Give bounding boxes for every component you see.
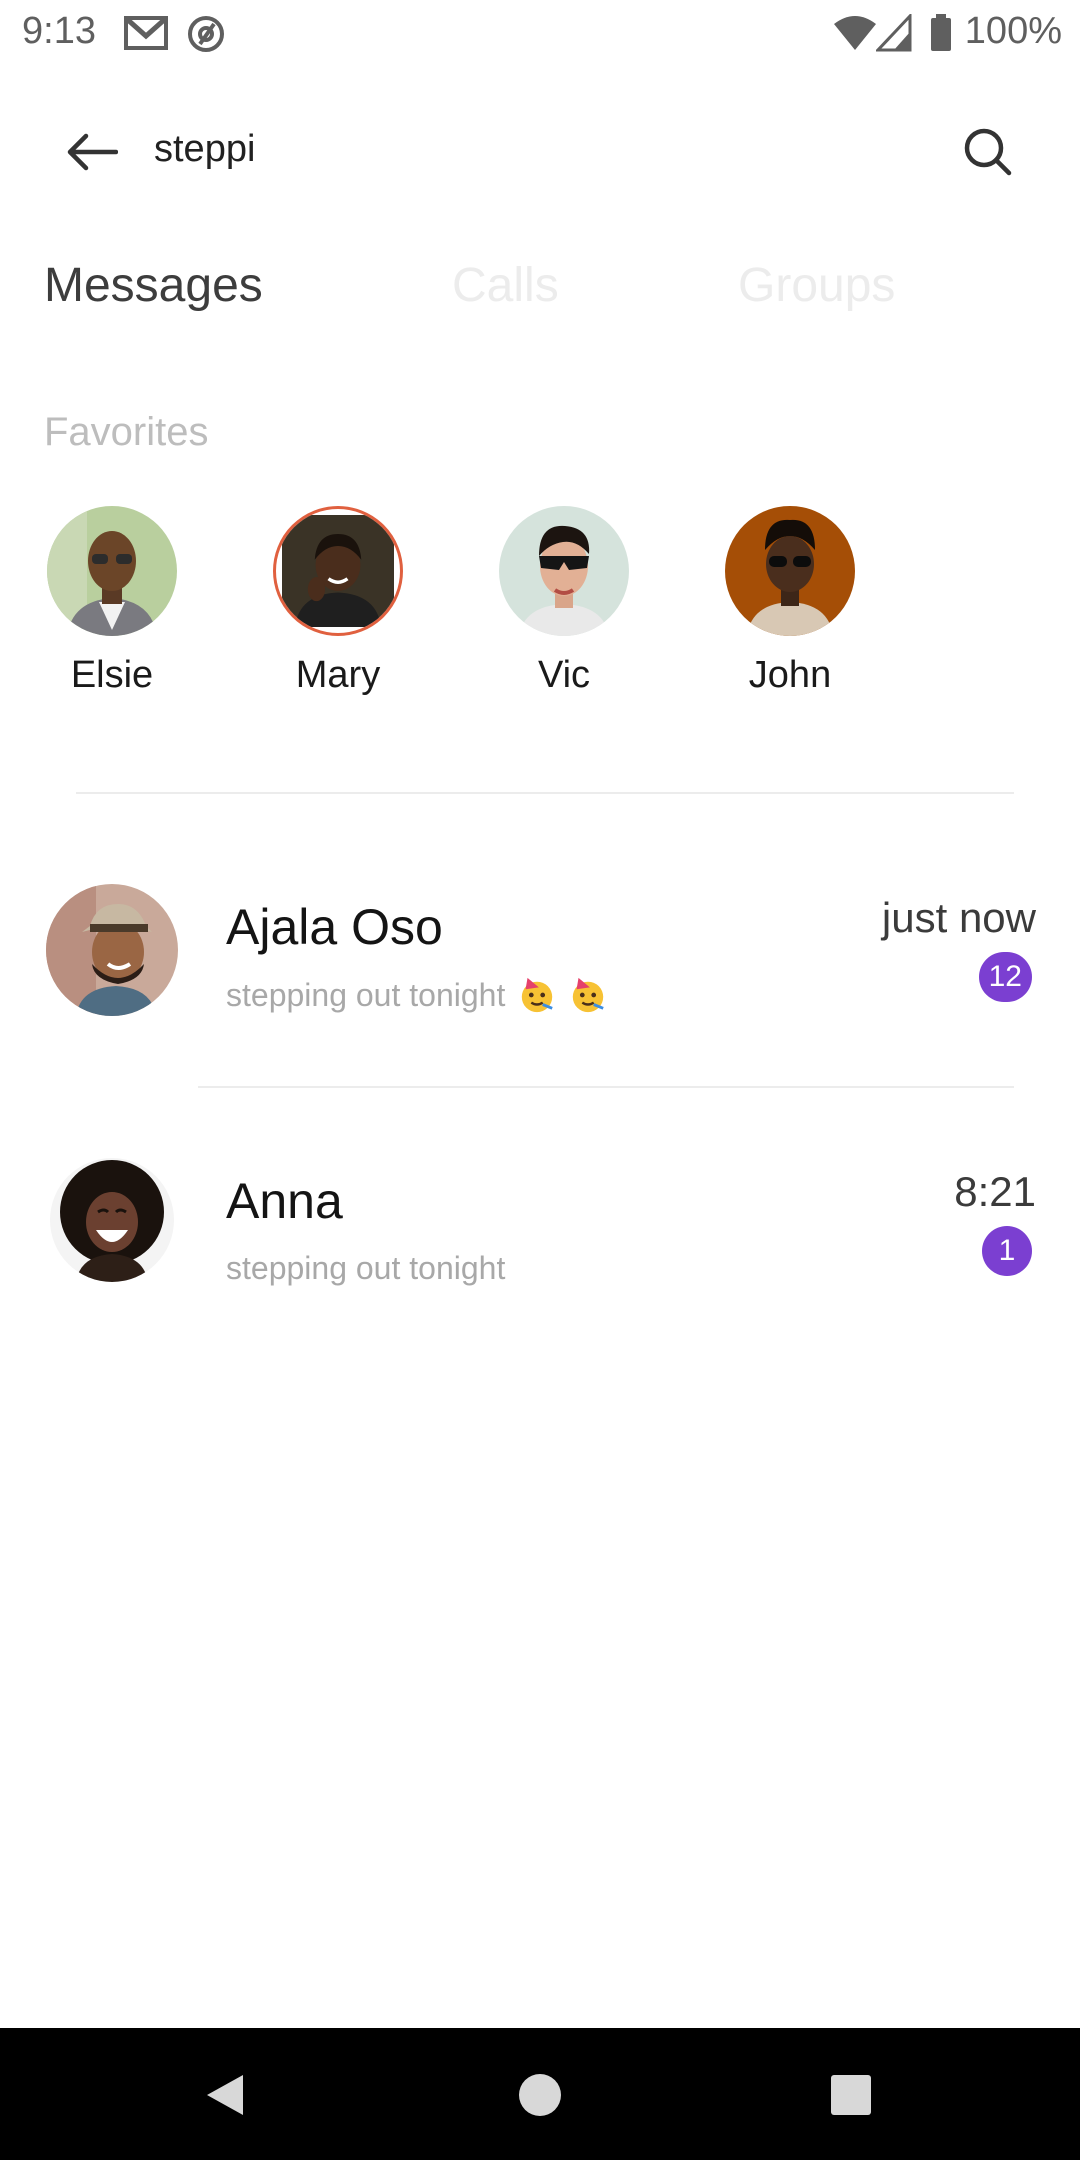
battery-icon [930,14,952,57]
favorite-contact[interactable]: Mary [258,506,418,697]
unread-badge: 1 [982,1226,1032,1276]
partying-face-emoji-icon [572,977,604,1013]
battery-percentage: 100% [964,10,1062,52]
avatar [50,1158,174,1282]
search-input[interactable]: steppi [154,128,255,171]
avatar [47,506,177,636]
navigation-bar [0,2028,1080,2160]
status-time: 9:13 [22,10,96,52]
favorite-contact[interactable]: Elsie [32,506,192,697]
favorites-title: Favorites [44,410,209,454]
search-button[interactable] [956,120,1020,184]
partying-face-emoji-icon [522,977,553,1013]
divider [76,792,1014,794]
triangle-back-icon [207,2075,243,2115]
circle-home-icon [519,2074,561,2116]
chat-preview-text: stepping out tonight [226,1250,506,1286]
at-sign-icon [186,14,226,59]
cellular-icon [874,12,912,57]
divider [198,1086,1014,1088]
chat-name: Ajala Oso [226,899,443,955]
back-button[interactable] [60,120,124,184]
tab-groups[interactable]: Groups [738,258,895,313]
avatar [499,506,629,636]
avatar [273,506,403,636]
tab-bar: Messages Calls Groups [0,258,1080,322]
chat-preview-text: stepping out tonight [226,977,506,1013]
gmail-icon [124,14,168,57]
square-recents-icon [831,2075,871,2115]
nav-back-button[interactable] [190,2060,260,2130]
favorite-name: Vic [537,654,591,696]
chat-row[interactable]: Anna stepping out tonight 8:21 1 [0,1158,1080,1358]
avatar [725,506,855,636]
unread-badge: 12 [978,952,1032,1002]
arrow-left-icon [67,133,118,171]
tab-calls[interactable]: Calls [452,258,559,313]
status-bar: 9:13 100% [0,0,1080,66]
tab-messages[interactable]: Messages [44,258,263,313]
chat-preview: stepping out tonight [226,976,607,1014]
wifi-icon [832,14,878,57]
favorite-contact[interactable]: John [710,506,870,697]
nav-recents-button[interactable] [816,2060,886,2130]
chat-name: Anna [226,1173,343,1229]
chat-time: 8:21 [954,1168,1036,1215]
chat-row[interactable]: Ajala Oso stepping out tonight just now … [0,884,1080,1084]
favorite-name: Elsie [70,654,154,696]
nav-home-button[interactable] [505,2060,575,2130]
search-icon [964,128,1012,176]
chat-time: just now [881,894,1036,941]
favorite-name: Mary [295,654,381,696]
search-header: steppi [0,100,1080,204]
favorite-contact[interactable]: Vic [484,506,644,697]
avatar [46,884,178,1016]
favorite-name: John [748,654,832,696]
